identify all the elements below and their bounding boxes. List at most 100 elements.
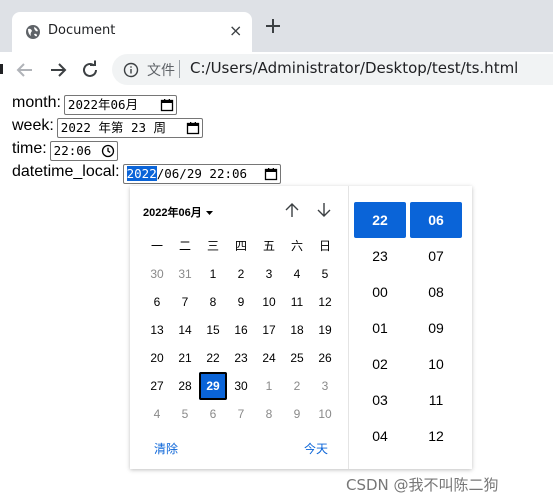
minute-column[interactable]: 06 07 08 09 10 11 12 <box>410 202 462 454</box>
day-cell[interactable]: 26 <box>311 344 339 372</box>
day-cell[interactable]: 6 <box>143 288 171 316</box>
calendar-week-row: 30 31 1 2 3 4 5 <box>143 260 339 288</box>
day-cell[interactable]: 23 <box>227 344 255 372</box>
weekday-header: 六 <box>290 239 303 253</box>
hour-option[interactable]: 04 <box>354 418 406 454</box>
day-cell[interactable]: 27 <box>143 372 171 400</box>
day-cell[interactable]: 4 <box>143 400 171 428</box>
calendar-icon[interactable] <box>160 98 174 112</box>
weekday-header: 二 <box>178 239 191 253</box>
day-cell[interactable]: 30 <box>227 372 255 400</box>
datetime-rest-value: /06/29 22:06 <box>156 166 248 181</box>
day-cell[interactable]: 18 <box>283 316 311 344</box>
day-cell[interactable]: 1 <box>199 260 227 288</box>
arrow-down-icon[interactable] <box>316 202 332 218</box>
hour-option-selected[interactable]: 22 <box>354 202 406 238</box>
day-cell[interactable]: 25 <box>283 344 311 372</box>
hour-option[interactable]: 03 <box>354 382 406 418</box>
hour-option[interactable]: 00 <box>354 274 406 310</box>
minute-option[interactable]: 11 <box>410 382 462 418</box>
hour-column[interactable]: 22 23 00 01 02 03 04 <box>354 202 406 454</box>
month-label: month: <box>12 94 61 111</box>
day-cell[interactable]: 6 <box>199 400 227 428</box>
clock-icon[interactable] <box>101 144 115 158</box>
day-cell[interactable]: 5 <box>171 400 199 428</box>
day-cell[interactable]: 2 <box>283 372 311 400</box>
day-cell[interactable]: 24 <box>255 344 283 372</box>
month-input[interactable]: 2022年06月 <box>63 95 177 115</box>
minute-option-selected[interactable]: 06 <box>410 202 462 238</box>
day-cell[interactable]: 9 <box>227 288 255 316</box>
page-content: month: 2022年06月 week: 2022 年第 23 周 time: 22… <box>12 92 281 184</box>
day-cell[interactable]: 9 <box>283 400 311 428</box>
chevron-down-icon <box>205 211 213 216</box>
day-cell[interactable]: 11 <box>283 288 311 316</box>
day-cell[interactable]: 10 <box>311 400 339 428</box>
datetime-picker-popup: 2022年06月 一 二 三 四 五 六 日 30 31 1 2 3 4 5 6… <box>130 186 472 469</box>
clear-button[interactable]: 清除 <box>154 440 178 457</box>
browser-toolbar: 文件 C:/Users/Administrator/Desktop/test/t… <box>0 52 553 88</box>
reload-icon[interactable] <box>78 58 102 82</box>
day-cell[interactable]: 30 <box>143 260 171 288</box>
week-input[interactable]: 2022 年第 23 周 <box>56 118 203 138</box>
minute-option[interactable]: 08 <box>410 274 462 310</box>
globe-icon <box>26 25 40 39</box>
browser-tab[interactable]: Document × <box>12 12 252 52</box>
hour-option[interactable]: 01 <box>354 310 406 346</box>
tab-strip: Document × <box>0 0 553 52</box>
day-cell[interactable]: 31 <box>171 260 199 288</box>
day-cell[interactable]: 17 <box>255 316 283 344</box>
forward-arrow-icon[interactable] <box>46 58 70 82</box>
day-cell[interactable]: 3 <box>255 260 283 288</box>
tab-title: Document <box>48 23 116 38</box>
minute-option[interactable]: 09 <box>410 310 462 346</box>
datetime-local-input[interactable]: 2022/06/29 22:06 <box>122 164 281 184</box>
plus-icon[interactable] <box>264 17 282 35</box>
day-cell[interactable]: 7 <box>171 288 199 316</box>
day-cell[interactable]: 16 <box>227 316 255 344</box>
selected-day-cell[interactable]: 29 <box>199 372 227 400</box>
day-cell[interactable]: 14 <box>171 316 199 344</box>
day-cell[interactable]: 3 <box>311 372 339 400</box>
calendar-icon[interactable] <box>264 167 278 181</box>
day-cell[interactable]: 5 <box>311 260 339 288</box>
month-year-selector[interactable]: 2022年06月 <box>143 204 214 220</box>
day-cell[interactable]: 15 <box>199 316 227 344</box>
address-bar[interactable]: 文件 C:/Users/Administrator/Desktop/test/t… <box>112 54 553 85</box>
weekday-header: 五 <box>262 239 275 253</box>
week-label: week: <box>12 117 54 134</box>
picker-divider <box>348 186 349 469</box>
minute-option[interactable]: 07 <box>410 238 462 274</box>
calendar-week-row: 20 21 22 23 24 25 26 <box>143 344 339 372</box>
calendar-week-row: 27 28 29 30 1 2 3 <box>143 372 339 400</box>
day-cell[interactable]: 1 <box>255 372 283 400</box>
day-cell[interactable]: 21 <box>171 344 199 372</box>
day-cell[interactable]: 4 <box>283 260 311 288</box>
day-cell[interactable]: 22 <box>199 344 227 372</box>
minute-option[interactable]: 10 <box>410 346 462 382</box>
today-button[interactable]: 今天 <box>304 440 328 457</box>
day-cell[interactable]: 13 <box>143 316 171 344</box>
info-icon[interactable] <box>123 62 139 78</box>
day-cell[interactable]: 20 <box>143 344 171 372</box>
back-arrow-icon[interactable] <box>13 58 37 82</box>
calendar-icon[interactable] <box>186 121 200 135</box>
day-cell[interactable]: 12 <box>311 288 339 316</box>
arrow-up-icon[interactable] <box>284 202 300 218</box>
url-text[interactable]: C:/Users/Administrator/Desktop/test/ts.h… <box>190 59 518 77</box>
weekday-header: 三 <box>206 239 219 253</box>
day-cell[interactable]: 2 <box>227 260 255 288</box>
day-cell[interactable]: 8 <box>255 400 283 428</box>
day-cell[interactable]: 19 <box>311 316 339 344</box>
hour-option[interactable]: 23 <box>354 238 406 274</box>
day-cell[interactable]: 7 <box>227 400 255 428</box>
day-cell[interactable]: 28 <box>171 372 199 400</box>
minute-option[interactable]: 12 <box>410 418 462 454</box>
hour-option[interactable]: 02 <box>354 346 406 382</box>
time-input[interactable]: 22:06 <box>49 141 118 161</box>
datetime-year-segment[interactable]: 2022 <box>126 166 157 181</box>
day-cell[interactable]: 8 <box>199 288 227 316</box>
month-value: 2022年06月 <box>67 97 139 112</box>
close-icon[interactable]: × <box>229 21 242 40</box>
day-cell[interactable]: 10 <box>255 288 283 316</box>
